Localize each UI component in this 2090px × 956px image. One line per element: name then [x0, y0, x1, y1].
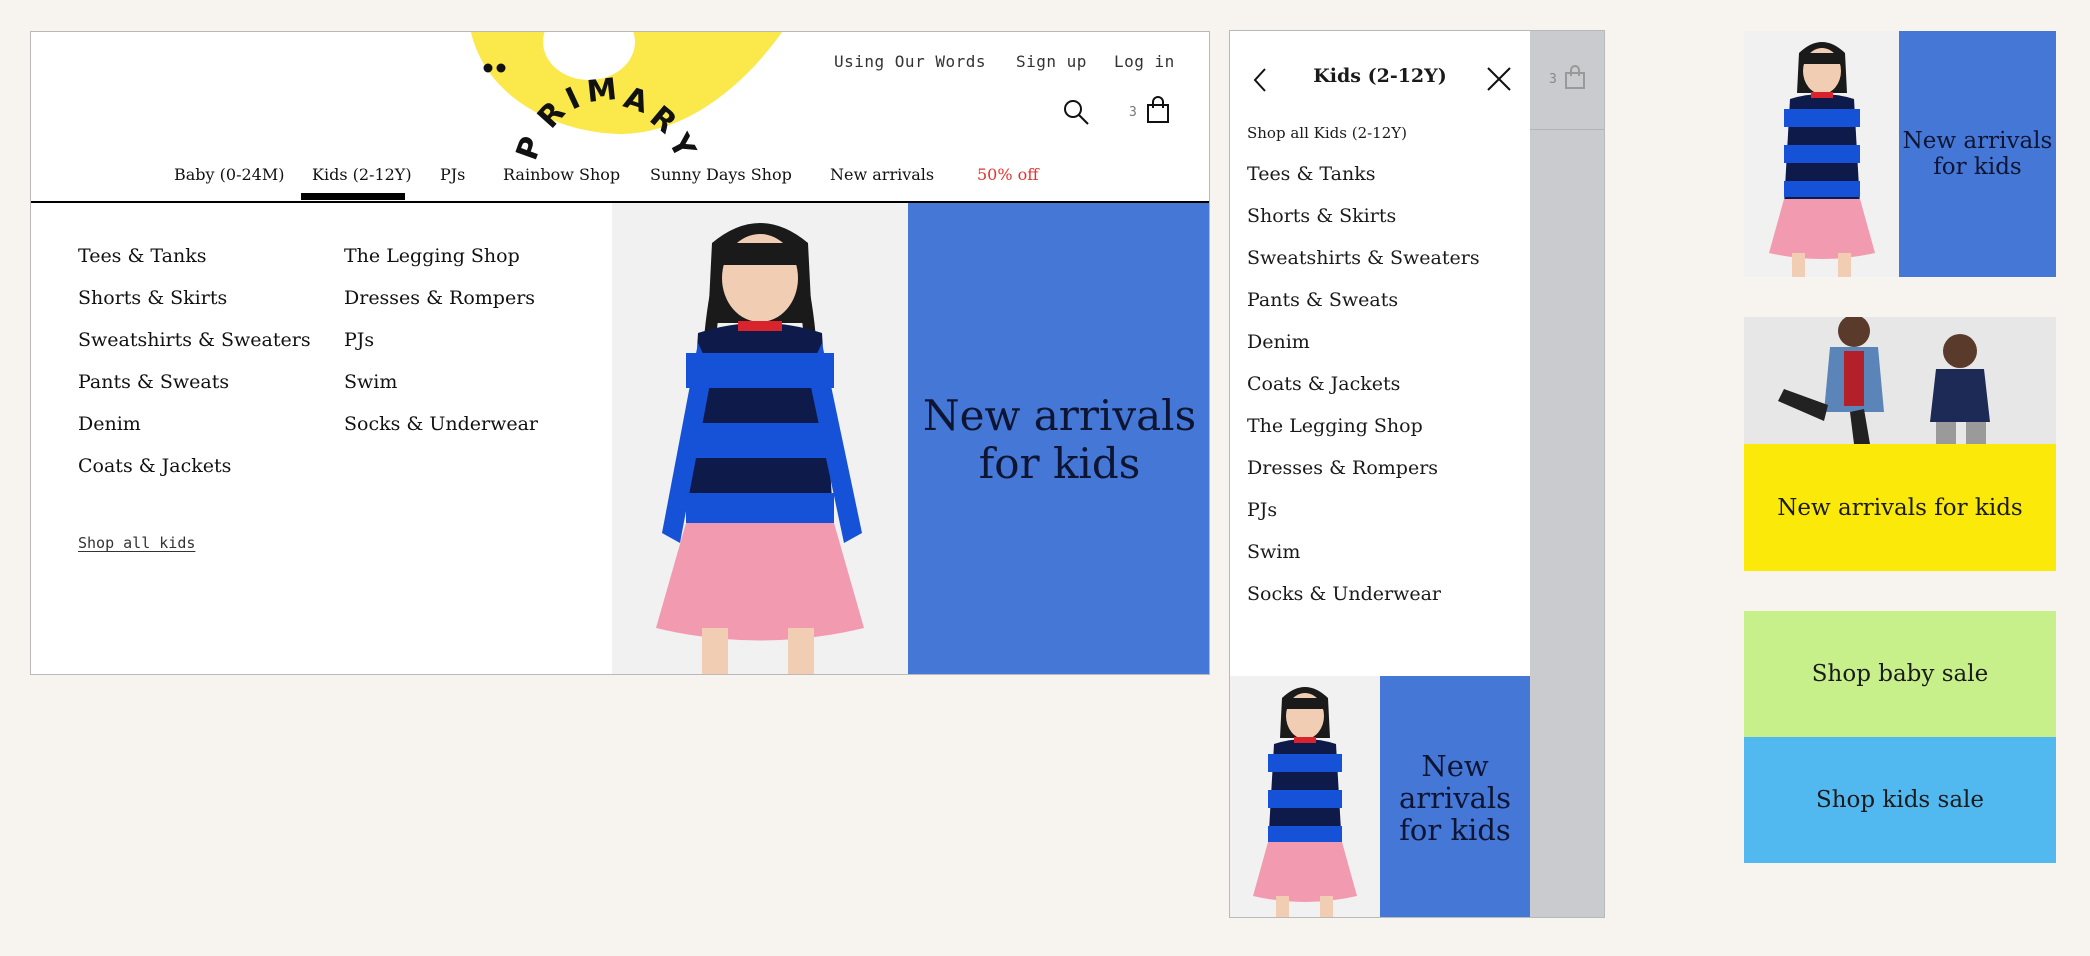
- menu-link-pants[interactable]: Pants & Sweats: [78, 371, 229, 393]
- tile2-label: New arrivals for kids: [1777, 494, 2023, 521]
- shopping-bag-icon[interactable]: [1564, 64, 1586, 90]
- tile-kids-playing-photo[interactable]: [1744, 317, 2056, 444]
- svg-text:P: P: [510, 132, 550, 165]
- menu-link-dresses[interactable]: Dresses & Rompers: [344, 287, 535, 309]
- mobile-shop-all-link[interactable]: Shop all Kids (2-12Y): [1247, 124, 1407, 142]
- mobile-kid-photo[interactable]: [1230, 676, 1380, 917]
- close-icon[interactable]: [1486, 66, 1512, 92]
- tile1-line-1: New arrivals: [1902, 128, 2053, 154]
- log-in-link[interactable]: Log in: [1114, 52, 1175, 71]
- mobile-link-shorts[interactable]: Shorts & Skirts: [1247, 205, 1396, 227]
- tile-new-arrivals-promo[interactable]: New arrivals for kids: [1899, 31, 2056, 277]
- menu-link-leggings[interactable]: The Legging Shop: [344, 245, 520, 267]
- shop-baby-sale-tile[interactable]: Shop baby sale: [1744, 611, 2056, 737]
- mobile-link-swim[interactable]: Swim: [1247, 541, 1300, 563]
- new-arrivals-promo[interactable]: New arrivals for kids: [908, 203, 1209, 674]
- nav-baby[interactable]: Baby (0-24M): [174, 165, 284, 184]
- mobile-new-arrivals-promo[interactable]: New arrivals for kids: [1380, 676, 1530, 917]
- primary-logo[interactable]: P R I M A R Y: [439, 31, 819, 172]
- tile-new-arrivals-yellow[interactable]: New arrivals for kids: [1744, 444, 2056, 571]
- m-promo-line-1: New: [1421, 748, 1489, 783]
- tile-kid-photo[interactable]: [1744, 31, 1899, 277]
- mobile-menu-title: Kids (2-12Y): [1313, 65, 1447, 87]
- nav-sunny-days-shop[interactable]: Sunny Days Shop: [650, 165, 792, 184]
- cart-count: 3: [1129, 105, 1137, 120]
- menu-link-tees[interactable]: Tees & Tanks: [78, 245, 206, 267]
- m-promo-line-2: arrivals: [1398, 780, 1512, 815]
- nav-kids[interactable]: Kids (2-12Y): [312, 165, 412, 184]
- tile4-label: Shop kids sale: [1815, 787, 1985, 813]
- mobile-link-leggings[interactable]: The Legging Shop: [1247, 415, 1423, 437]
- overlay-divider: [1530, 129, 1604, 130]
- shopping-bag-icon[interactable]: [1145, 96, 1171, 124]
- active-nav-indicator: [301, 193, 405, 200]
- page-overlay[interactable]: 3: [1530, 31, 1604, 917]
- menu-link-swim[interactable]: Swim: [344, 371, 397, 393]
- shop-all-kids-link[interactable]: Shop all kids: [78, 534, 195, 552]
- kid-photo[interactable]: [612, 203, 908, 674]
- shop-kids-sale-tile[interactable]: Shop kids sale: [1744, 737, 2056, 863]
- mobile-link-dresses[interactable]: Dresses & Rompers: [1247, 457, 1438, 479]
- search-icon[interactable]: [1062, 98, 1090, 126]
- using-our-words-link[interactable]: Using Our Words: [834, 52, 986, 71]
- mobile-link-pjs[interactable]: PJs: [1247, 499, 1277, 521]
- menu-link-denim[interactable]: Denim: [78, 413, 141, 435]
- menu-link-shorts[interactable]: Shorts & Skirts: [78, 287, 227, 309]
- mobile-drawer: Kids (2-12Y) Shop all Kids (2-12Y) Tees …: [1230, 31, 1530, 917]
- mobile-link-coats[interactable]: Coats & Jackets: [1247, 373, 1400, 395]
- mobile-cart-count: 3: [1549, 72, 1557, 87]
- svg-text:M: M: [585, 72, 618, 110]
- menu-link-pjs[interactable]: PJs: [344, 329, 374, 351]
- promo-line-2: for kids: [978, 438, 1141, 488]
- nav-pjs[interactable]: PJs: [440, 165, 465, 184]
- menu-link-socks[interactable]: Socks & Underwear: [344, 413, 538, 435]
- mobile-link-denim[interactable]: Denim: [1247, 331, 1310, 353]
- tile1-line-2: for kids: [1933, 154, 2022, 180]
- nav-sale[interactable]: 50% off: [977, 165, 1039, 184]
- mobile-link-socks[interactable]: Socks & Underwear: [1247, 583, 1441, 605]
- sign-up-link[interactable]: Sign up: [1016, 52, 1087, 71]
- mobile-link-pants[interactable]: Pants & Sweats: [1247, 289, 1398, 311]
- promo-line-1: New arrivals: [922, 390, 1197, 440]
- nav-new-arrivals[interactable]: New arrivals: [830, 165, 934, 184]
- mobile-menu-panel: Kids (2-12Y) Shop all Kids (2-12Y) Tees …: [1229, 30, 1605, 918]
- m-promo-line-3: for kids: [1399, 812, 1511, 847]
- nav-rainbow-shop[interactable]: Rainbow Shop: [503, 165, 620, 184]
- menu-link-coats[interactable]: Coats & Jackets: [78, 455, 231, 477]
- mobile-link-tees[interactable]: Tees & Tanks: [1247, 163, 1375, 185]
- tile3-label: Shop baby sale: [1811, 661, 1989, 687]
- mobile-link-sweatshirts[interactable]: Sweatshirts & Sweaters: [1247, 247, 1480, 269]
- desktop-header-panel: P R I M A R Y Using Our Words Sign up Lo…: [30, 31, 1210, 675]
- menu-link-sweatshirts[interactable]: Sweatshirts & Sweaters: [78, 329, 311, 351]
